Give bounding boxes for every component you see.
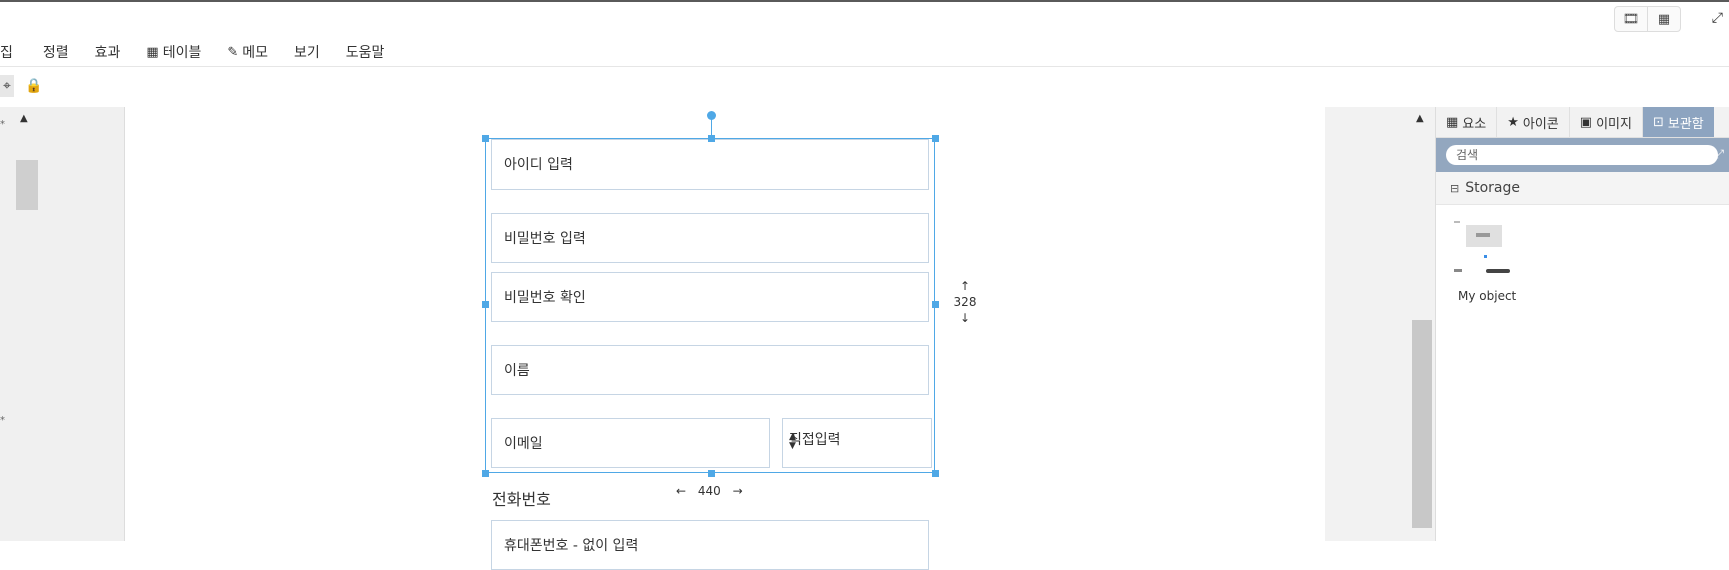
arrow-up-icon: ↑	[959, 279, 971, 293]
menu-align[interactable]: 정렬	[43, 42, 69, 62]
window-top-border	[0, 0, 1729, 2]
storage-icon: ⊡	[1652, 114, 1664, 130]
film-view-icon[interactable]: 🎞	[1615, 7, 1647, 31]
id-input[interactable]: 아이디 입력	[491, 139, 929, 190]
elements-icon: ▦	[1446, 114, 1459, 130]
search-bar: ⤢	[1436, 138, 1729, 172]
left-marker-icon: ⁎	[0, 116, 5, 127]
tab-elements[interactable]: ▦ 요소	[1436, 107, 1498, 137]
toolbar: ⌖ 🔒	[0, 66, 1729, 108]
resize-handle-sw[interactable]	[482, 470, 489, 477]
email-domain-select[interactable]: 직접입력 ▲ ▼	[782, 418, 932, 468]
rotation-line	[711, 118, 712, 136]
object-name: My object	[1458, 289, 1517, 303]
phone-input[interactable]: 휴대폰번호 - 없이 입력	[491, 520, 929, 570]
resize-handle-ne[interactable]	[932, 135, 939, 142]
table-icon: ▦	[146, 44, 159, 60]
menu-view[interactable]: 보기	[294, 42, 320, 62]
menu-help[interactable]: 도움말	[346, 42, 385, 62]
expand-icon[interactable]: ⤢	[1714, 147, 1724, 162]
arrow-left-icon: ←	[676, 484, 687, 498]
star-icon: ★	[1507, 114, 1519, 130]
left-marker-icon: ⁎	[0, 412, 5, 423]
panel-tabs: ▦ 요소 ★ 아이콘 ▣ 이미지 ⊡ 보관함	[1436, 107, 1729, 138]
grid-view-icon[interactable]: ▦	[1647, 7, 1680, 31]
password-input[interactable]: 비밀번호 입력	[491, 213, 929, 263]
password-confirm-input[interactable]: 비밀번호 확인	[491, 272, 929, 322]
rotation-handle[interactable]	[707, 111, 716, 120]
image-icon: ▣	[1579, 114, 1593, 130]
menu-home[interactable]: 집	[0, 42, 13, 62]
height-indicator: ↑ 328 ↓	[951, 278, 979, 326]
resize-handle-nw[interactable]	[482, 135, 489, 142]
arrow-right-icon: →	[732, 484, 743, 498]
resize-handle-e[interactable]	[932, 301, 939, 308]
memo-icon: ✎	[227, 44, 239, 60]
width-value: 440	[697, 484, 721, 498]
arrow-down-icon: ↓	[959, 311, 971, 325]
lock-icon[interactable]: 🔒	[24, 75, 44, 97]
tab-images[interactable]: ▣ 이미지	[1570, 107, 1643, 137]
right-scrollbar-thumb[interactable]	[1412, 320, 1432, 528]
collapse-icon: ⊟	[1450, 181, 1460, 195]
resize-handle-w[interactable]	[482, 301, 489, 308]
object-thumbnail[interactable]	[1452, 211, 1518, 277]
expand-icon[interactable]: ⤢	[1712, 10, 1723, 26]
resize-handle-n[interactable]	[708, 135, 715, 142]
email-input[interactable]: 이메일	[491, 418, 770, 468]
storage-header[interactable]: ⊟ Storage	[1436, 172, 1729, 205]
resize-handle-s[interactable]	[708, 470, 715, 477]
width-indicator: ← 440 →	[676, 484, 743, 498]
view-toggle-group: 🎞 ▦	[1614, 6, 1681, 32]
menu-memo[interactable]: ✎ 메모	[227, 42, 268, 62]
menu-effect[interactable]: 효과	[95, 42, 121, 62]
scroll-up-icon[interactable]: ▲	[20, 113, 28, 124]
search-input[interactable]	[1446, 145, 1718, 165]
pin-icon[interactable]: ⌖	[0, 75, 14, 97]
menu-bar: 집 정렬 효과 ▦ 테이블 ✎ 메모 보기 도움말	[0, 38, 410, 66]
tab-storage[interactable]: ⊡ 보관함	[1642, 107, 1714, 137]
resize-handle-se[interactable]	[932, 470, 939, 477]
tab-icons[interactable]: ★ 아이콘	[1497, 107, 1570, 137]
library-panel: ▦요소 ★아이콘 ▣이미지 ⊡보관함 ⤢ ⊟ Storage My object	[1435, 107, 1729, 541]
name-input[interactable]: 이름	[491, 345, 929, 395]
height-value: 328	[953, 295, 977, 309]
scroll-up-icon[interactable]: ▲	[1416, 113, 1424, 124]
phone-label: 전화번호	[492, 490, 551, 509]
left-scrollbar-thumb[interactable]	[16, 160, 38, 210]
menu-table[interactable]: ▦ 테이블	[146, 42, 201, 62]
select-arrows-icon: ▲ ▼	[789, 432, 796, 451]
